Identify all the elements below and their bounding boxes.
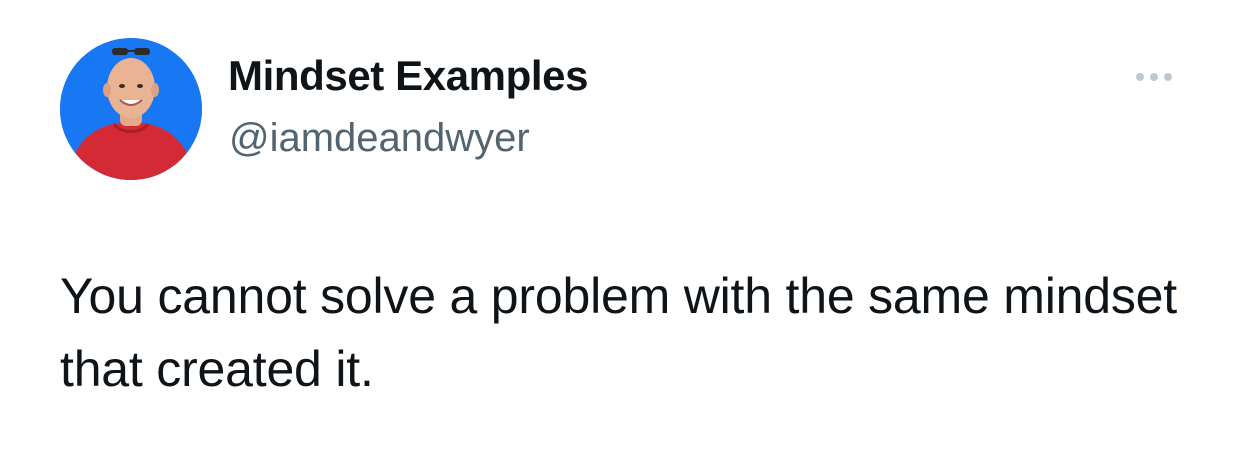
- more-options-button[interactable]: [1126, 64, 1182, 90]
- tweet-text: You cannot solve a problem with the same…: [60, 268, 1177, 397]
- avatar[interactable]: [60, 38, 202, 180]
- author-display-name[interactable]: Mindset Examples: [228, 52, 588, 100]
- more-horizontal-icon-dot: [1164, 73, 1172, 81]
- avatar-image: [60, 38, 202, 180]
- author-handle[interactable]: @iamdeandwyer: [229, 116, 530, 161]
- more-horizontal-icon: [1136, 73, 1144, 81]
- more-horizontal-icon-dot: [1150, 73, 1158, 81]
- tweet-card: Mindset Examples @iamdeandwyer You canno…: [0, 0, 1242, 452]
